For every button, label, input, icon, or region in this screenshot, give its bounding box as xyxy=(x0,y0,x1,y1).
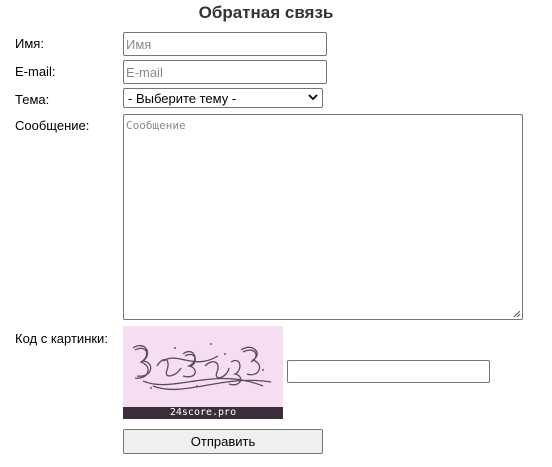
submit-button[interactable]: Отправить xyxy=(123,429,323,454)
name-input[interactable] xyxy=(123,32,327,56)
captcha-brand: 24score.pro xyxy=(123,407,283,419)
topic-label: Тема: xyxy=(15,92,50,107)
email-label: E-mail: xyxy=(15,64,56,79)
topic-select-value: - Выберите тему - xyxy=(128,90,237,106)
captcha-glyphs xyxy=(132,343,272,390)
message-textarea[interactable] xyxy=(123,114,523,320)
captcha-image: 24score.pro xyxy=(123,326,283,419)
captcha-input[interactable] xyxy=(287,360,490,383)
email-input[interactable] xyxy=(123,60,327,84)
resize-grip-icon[interactable] xyxy=(513,310,521,318)
message-label: Сообщение: xyxy=(15,118,90,133)
name-label: Имя: xyxy=(15,36,44,51)
captcha-label: Код с картинки: xyxy=(15,331,108,346)
topic-select[interactable]: - Выберите тему - xyxy=(123,88,323,108)
chevron-down-icon xyxy=(308,93,318,104)
form-title: Обратная связь xyxy=(198,3,334,22)
